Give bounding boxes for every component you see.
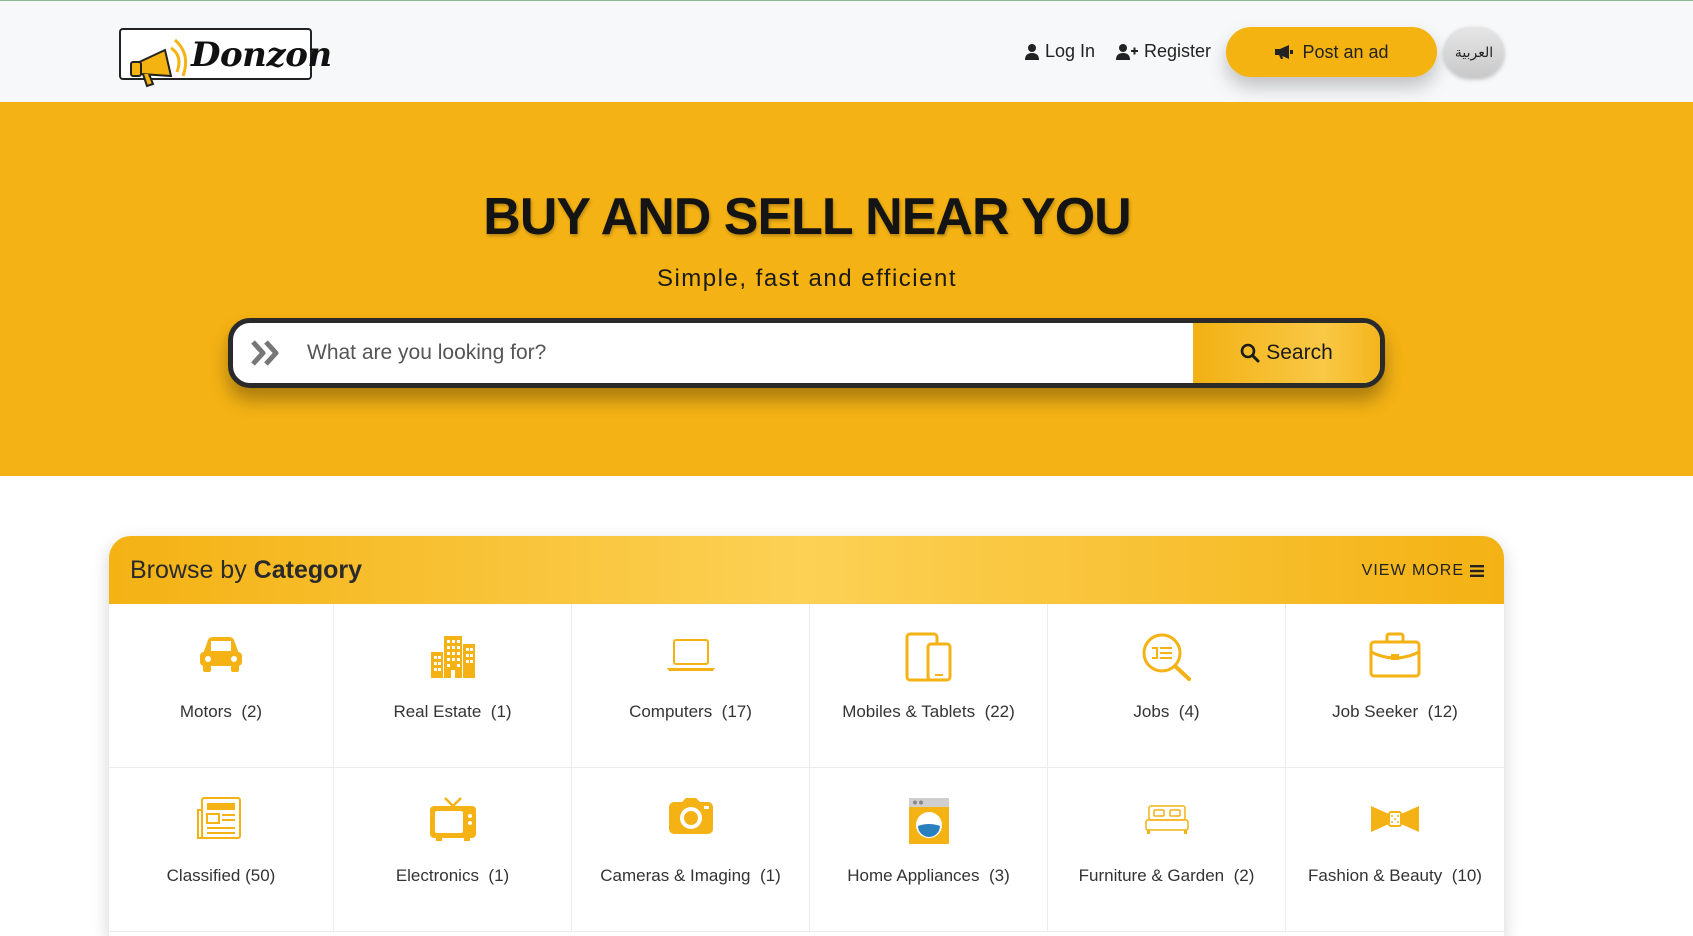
megaphone-icon (130, 38, 188, 88)
logo-text: Donzon (191, 35, 332, 75)
language-label: العربية (1454, 43, 1494, 60)
category-home-appliances[interactable]: Home Appliances (3) (810, 768, 1048, 932)
classified-icon (109, 796, 333, 842)
bed-icon (1048, 796, 1285, 840)
camera-icon (572, 796, 809, 838)
double-chevron-right-icon (251, 339, 283, 372)
category-label: Job Seeker (12) (1332, 702, 1458, 721)
category-label: Computers (17) (629, 702, 752, 721)
register-label: Register (1144, 41, 1212, 61)
category-label: Mobiles & Tablets (22) (842, 702, 1015, 721)
site-logo[interactable]: Donzon (119, 28, 332, 88)
category-label: Home Appliances (3) (847, 866, 1010, 885)
login-label: Log In (1045, 41, 1096, 61)
user-plus-icon (1116, 43, 1138, 60)
hero-banner: BUY AND SELL NEAR YOU Simple, fast and e… (0, 102, 1693, 476)
building-icon (334, 632, 571, 678)
category-label: Fashion & Beauty (10) (1308, 866, 1482, 885)
category-electronics[interactable]: Electronics (1) (334, 768, 572, 932)
menu-bars-icon (1470, 565, 1484, 577)
mobile-tablet-icon (810, 632, 1047, 682)
category-jobs[interactable]: Jobs (4) (1048, 604, 1286, 768)
category-label: Cameras & Imaging (1) (600, 866, 781, 885)
category-heading-bold: Category (253, 556, 363, 584)
briefcase-icon (1286, 632, 1504, 680)
search-input[interactable] (305, 323, 1185, 383)
category-header: Browse by Category VIEW MORE (109, 536, 1504, 604)
search-button-label: Search (1266, 341, 1333, 364)
tv-icon (334, 796, 571, 842)
register-link[interactable]: Register (1116, 41, 1211, 62)
category-label: Motors (2) (179, 702, 263, 721)
category-label: Electronics (1) (395, 866, 510, 885)
car-icon (109, 632, 333, 676)
category-mobiles-tablets[interactable]: Mobiles & Tablets (22) (810, 604, 1048, 768)
login-link[interactable]: Log In (1025, 41, 1095, 62)
category-heading-prefix: Browse by (130, 556, 247, 584)
search-button[interactable]: Search (1193, 323, 1380, 383)
post-ad-button[interactable]: Post an ad (1226, 27, 1437, 77)
language-toggle[interactable]: العربية (1444, 27, 1504, 77)
category-panel: Browse by Category VIEW MORE Motors (2) … (109, 536, 1504, 936)
hero-subtitle: Simple, fast and efficient (656, 265, 958, 292)
search-bar: Search (228, 318, 1385, 388)
site-header: Donzon Log In Register Post an ad العربي… (0, 0, 1693, 102)
laptop-icon (572, 632, 809, 676)
category-label: Furniture & Garden (2) (1078, 866, 1255, 885)
view-more-label: VIEW MORE (1361, 562, 1464, 579)
category-motors[interactable]: Motors (2) (109, 604, 334, 768)
view-more-link[interactable]: VIEW MORE (1362, 562, 1484, 580)
category-fashion-beauty[interactable]: Fashion & Beauty (10) (1286, 768, 1504, 932)
bow-tie-icon (1286, 796, 1504, 840)
job-search-icon (1048, 632, 1285, 682)
category-classified[interactable]: Classified (50) (109, 768, 334, 932)
post-ad-label: Post an ad (1302, 41, 1389, 62)
user-icon (1025, 43, 1039, 60)
category-cameras-imaging[interactable]: Cameras & Imaging (1) (572, 768, 810, 932)
category-label: Jobs (4) (1133, 702, 1200, 721)
category-label: Classified (50) (166, 866, 276, 885)
category-real-estate[interactable]: Real Estate (1) (334, 604, 572, 768)
search-icon (1240, 343, 1260, 363)
washing-machine-icon (810, 796, 1047, 846)
category-heading: Browse by Category (130, 556, 362, 585)
category-label: Real Estate (1) (393, 702, 512, 721)
category-computers[interactable]: Computers (17) (572, 604, 810, 768)
hero-title: BUY AND SELL NEAR YOU (483, 188, 1131, 246)
category-job-seeker[interactable]: Job Seeker (12) (1286, 604, 1504, 768)
category-furniture-garden[interactable]: Furniture & Garden (2) (1048, 768, 1286, 932)
bullhorn-icon (1275, 45, 1294, 59)
